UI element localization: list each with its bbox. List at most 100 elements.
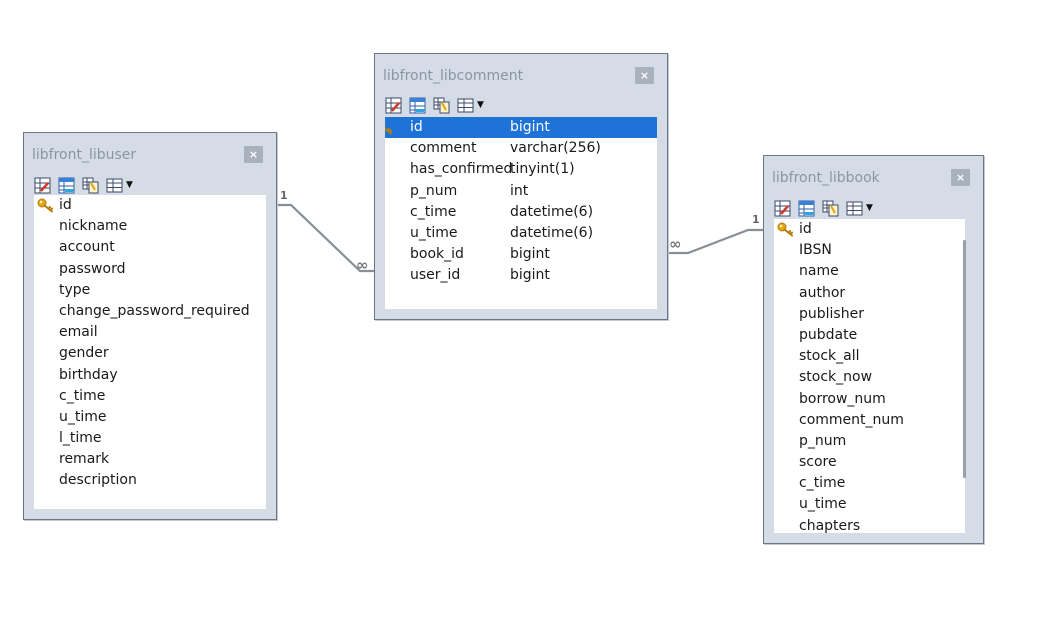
field-row[interactable]: u_time: [34, 407, 266, 428]
field-row[interactable]: publisher: [774, 304, 965, 325]
close-button[interactable]: ×: [244, 146, 263, 163]
field-row[interactable]: password: [34, 259, 266, 280]
field-name: type: [59, 281, 91, 298]
field-name: description: [59, 472, 137, 489]
field-row[interactable]: borrow_num: [774, 389, 965, 410]
field-name: score: [799, 454, 837, 471]
er-diagram-canvas: 1 ∞ 1 ∞ libfront_libuser × ▼ id nickname…: [0, 0, 1059, 622]
field-row[interactable]: name: [774, 261, 965, 282]
table-libuser[interactable]: libfront_libuser × ▼ id nickname account…: [23, 132, 277, 520]
field-row[interactable]: p_num int: [385, 181, 657, 202]
cardinality-one-user: 1: [280, 189, 288, 202]
field-row[interactable]: gender: [34, 343, 266, 364]
field-name: publisher: [799, 305, 864, 322]
table-grid-icon[interactable]: [106, 177, 123, 194]
field-row[interactable]: type: [34, 280, 266, 301]
field-name: gender: [59, 345, 109, 362]
field-row[interactable]: birthday: [34, 365, 266, 386]
field-row[interactable]: remark: [34, 449, 266, 470]
copy-table-icon[interactable]: [433, 97, 450, 114]
relation-line-book-comment: [668, 228, 765, 255]
field-row[interactable]: stock_now: [774, 367, 965, 388]
table-grid-icon[interactable]: [457, 97, 474, 114]
table-grid-icon[interactable]: [846, 200, 863, 217]
field-row[interactable]: u_time: [774, 494, 965, 515]
dropdown-caret-icon[interactable]: ▼: [477, 100, 484, 110]
table-toolbar: ▼: [774, 198, 873, 218]
field-name: u_time: [410, 224, 458, 241]
field-row[interactable]: chapters: [774, 516, 965, 533]
table-title: libfront_libbook: [772, 170, 880, 186]
vertical-scrollbar[interactable]: [963, 240, 966, 478]
field-row[interactable]: email: [34, 322, 266, 343]
field-row[interactable]: c_time datetime(6): [385, 202, 657, 223]
field-name: account: [59, 239, 115, 256]
field-row[interactable]: comment_num: [774, 410, 965, 431]
table-libbook[interactable]: libfront_libbook × ▼ id IBSN name author…: [763, 155, 984, 544]
edit-table-icon[interactable]: [34, 177, 51, 194]
field-type: datetime(6): [510, 224, 594, 241]
table-header[interactable]: libfront_libbook ×: [764, 156, 983, 192]
field-row[interactable]: c_time: [34, 386, 266, 407]
field-row[interactable]: account: [34, 237, 266, 258]
edit-table-icon[interactable]: [774, 200, 791, 217]
field-row[interactable]: id: [34, 195, 266, 216]
field-name: IBSN: [799, 242, 832, 259]
field-name: password: [59, 260, 126, 277]
field-name: author: [799, 284, 846, 301]
dropdown-caret-icon[interactable]: ▼: [866, 203, 873, 213]
design-table-icon[interactable]: [409, 97, 426, 114]
field-row[interactable]: book_id bigint: [385, 244, 657, 265]
field-row[interactable]: has_confirmed tinyint(1): [385, 159, 657, 180]
field-list: id IBSN name author publisher pubdate st…: [774, 219, 965, 533]
field-name: l_time: [59, 430, 102, 447]
field-type: bigint: [510, 267, 550, 284]
field-row[interactable]: score: [774, 452, 965, 473]
table-header[interactable]: libfront_libcomment ×: [375, 54, 667, 90]
field-name: p_num: [799, 432, 847, 449]
field-name: borrow_num: [799, 390, 886, 407]
field-row[interactable]: author: [774, 283, 965, 304]
table-title: libfront_libuser: [32, 147, 137, 163]
field-name: c_time: [59, 387, 106, 404]
field-row[interactable]: nickname: [34, 216, 266, 237]
close-button[interactable]: ×: [951, 169, 970, 186]
field-row[interactable]: comment varchar(256): [385, 138, 657, 159]
field-type: int: [510, 182, 529, 199]
field-name: remark: [59, 451, 110, 468]
field-row[interactable]: change_password_required: [34, 301, 266, 322]
close-button[interactable]: ×: [635, 67, 654, 84]
design-table-icon[interactable]: [798, 200, 815, 217]
field-row[interactable]: pubdate: [774, 325, 965, 346]
field-row[interactable]: IBSN: [774, 240, 965, 261]
field-row[interactable]: p_num: [774, 431, 965, 452]
edit-table-icon[interactable]: [385, 97, 402, 114]
field-name: c_time: [410, 203, 457, 220]
cardinality-many-user: ∞: [356, 256, 369, 274]
field-row[interactable]: user_id bigint: [385, 265, 657, 286]
table-header[interactable]: libfront_libuser ×: [24, 133, 276, 169]
copy-table-icon[interactable]: [82, 177, 99, 194]
field-name: name: [799, 263, 839, 280]
field-row[interactable]: stock_all: [774, 346, 965, 367]
field-name: u_time: [799, 496, 847, 513]
cardinality-one-book: 1: [752, 213, 760, 226]
field-type: bigint: [510, 246, 550, 263]
cardinality-many-book: ∞: [669, 235, 682, 253]
copy-table-icon[interactable]: [822, 200, 839, 217]
dropdown-caret-icon[interactable]: ▼: [126, 180, 133, 190]
design-table-icon[interactable]: [58, 177, 75, 194]
field-name: stock_now: [799, 369, 873, 386]
field-name: id: [410, 119, 423, 135]
field-row[interactable]: c_time: [774, 473, 965, 494]
table-libcomment[interactable]: libfront_libcomment × ▼ id bigint commen…: [374, 53, 668, 320]
field-row[interactable]: id: [774, 219, 965, 240]
field-row[interactable]: description: [34, 470, 266, 491]
field-row-selected[interactable]: id bigint: [385, 117, 657, 139]
field-type: tinyint(1): [510, 161, 575, 178]
field-name: user_id: [410, 267, 461, 284]
field-row[interactable]: l_time: [34, 428, 266, 449]
field-name: birthday: [59, 366, 118, 383]
field-row[interactable]: u_time datetime(6): [385, 223, 657, 244]
field-name: id: [59, 197, 72, 213]
